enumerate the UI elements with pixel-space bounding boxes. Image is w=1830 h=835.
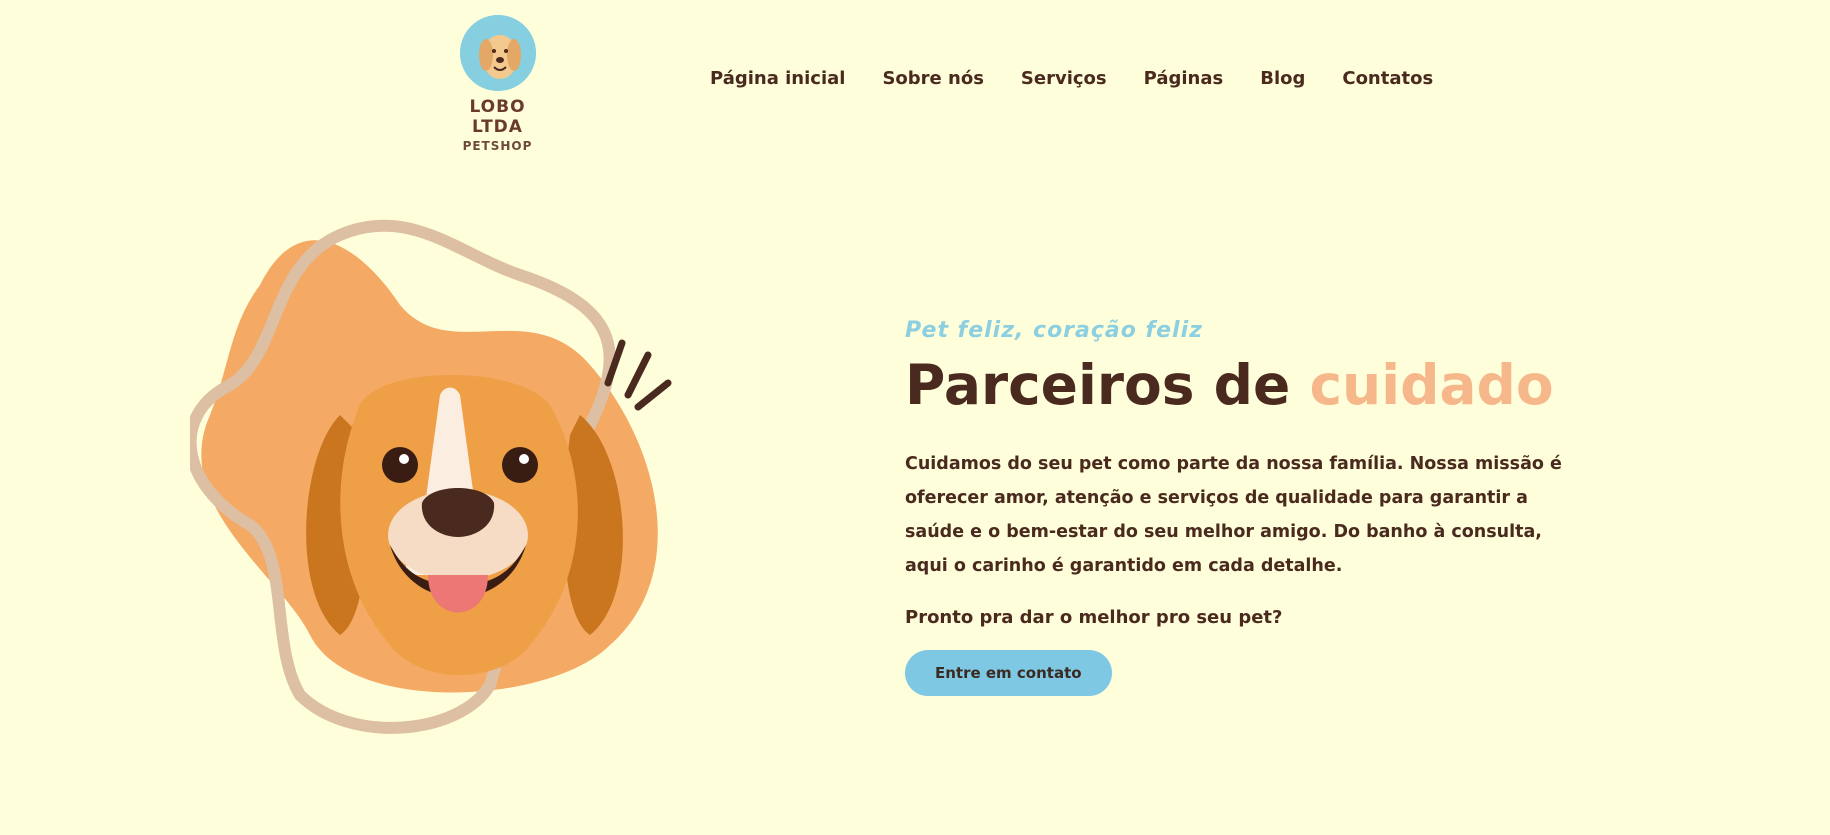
hero-title-main: Parceiros de bbox=[905, 353, 1310, 417]
hero-title: Parceiros de cuidado bbox=[905, 356, 1585, 415]
main-nav: Página inicial Sobre nós Serviços Página… bbox=[710, 68, 1433, 89]
brand-logo[interactable]: LOBO LTDA PETSHOP bbox=[445, 15, 550, 153]
contact-button[interactable]: Entre em contato bbox=[905, 649, 1112, 696]
nav-item-blog[interactable]: Blog bbox=[1260, 68, 1305, 89]
dog-logo-icon bbox=[459, 15, 536, 91]
brand-subtitle: PETSHOP bbox=[462, 139, 533, 153]
beagle-illustration bbox=[190, 219, 672, 734]
nav-item-home[interactable]: Página inicial bbox=[710, 68, 845, 89]
hero-title-accent: cuidado bbox=[1309, 353, 1554, 417]
hero-cta-question: Pronto pra dar o melhor pro seu pet? bbox=[905, 606, 1283, 628]
nav-item-pages[interactable]: Páginas bbox=[1144, 68, 1224, 89]
hero-tagline: Pet feliz, coração feliz bbox=[905, 318, 1203, 343]
hero-text-block: Pet feliz, coração feliz Parceiros de cu… bbox=[905, 318, 1585, 696]
nav-item-services[interactable]: Serviços bbox=[1021, 68, 1107, 89]
brand-name: LOBO LTDA bbox=[469, 97, 526, 137]
hero-description: Cuidamos do seu pet como parte da nossa … bbox=[905, 453, 1562, 576]
nav-item-about[interactable]: Sobre nós bbox=[882, 68, 983, 89]
nav-item-contact[interactable]: Contatos bbox=[1342, 68, 1433, 89]
